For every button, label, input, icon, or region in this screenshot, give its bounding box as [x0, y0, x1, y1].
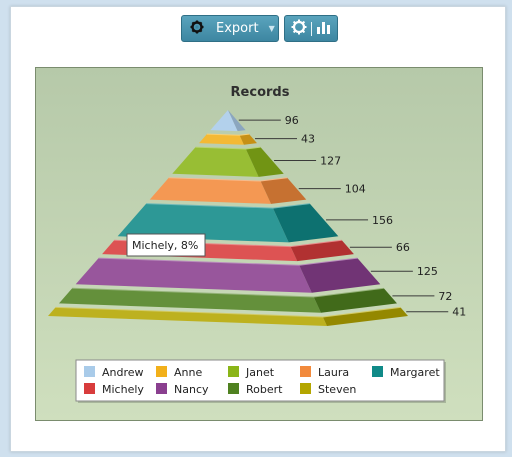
legend-item-anne[interactable]: Anne	[174, 366, 202, 379]
value-label-andrew: 96	[285, 114, 299, 127]
export-button[interactable]: Export ▼	[181, 15, 279, 42]
chart-toolbar: Export ▼	[181, 15, 338, 43]
gear-icon	[291, 19, 307, 39]
tooltip-text: Michely, 8%	[132, 239, 198, 252]
legend-swatch	[156, 366, 167, 377]
legend-item-steven[interactable]: Steven	[318, 383, 356, 396]
pyramid-slice-side-michely[interactable]	[290, 240, 354, 262]
legend-swatch	[84, 366, 95, 377]
value-label-anne: 43	[301, 133, 315, 146]
value-label-janet: 127	[320, 154, 341, 167]
toolbar-separator	[310, 21, 312, 36]
legend-item-nancy[interactable]: Nancy	[174, 383, 209, 396]
value-label-laura: 104	[345, 183, 366, 196]
chart-settings-button[interactable]	[284, 15, 338, 42]
chart-panel: Export ▼ Records 96 43 127 104 156 66 12…	[10, 6, 506, 452]
pyramid-chart: Records 9643 127 104 156 66 1257241 Michely, 8%…	[48, 85, 466, 403]
gear-icon	[190, 20, 204, 38]
legend-swatch	[300, 383, 311, 394]
legend-swatch	[156, 383, 167, 394]
value-label-margaret: 156	[372, 214, 393, 227]
value-label-michely: 66	[396, 241, 410, 254]
legend-item-andrew[interactable]: Andrew	[102, 366, 144, 379]
legend-swatch	[228, 366, 239, 377]
pyramid-slice-laura[interactable]	[149, 177, 272, 204]
legend-item-margaret[interactable]: Margaret	[390, 366, 440, 379]
value-label-nancy: 125	[417, 265, 438, 278]
chart-area: Records 96 43 127 104 156 66 125 72 41 Michely, 8%…	[35, 67, 483, 421]
pyramid-slice-anne[interactable]	[199, 134, 244, 145]
bar-chart-icon	[316, 19, 332, 39]
pyramid-slice-nancy[interactable]	[75, 258, 312, 293]
export-label: Export	[216, 21, 259, 36]
legend-item-janet[interactable]: Janet	[245, 366, 275, 379]
legend-item-laura[interactable]: Laura	[318, 366, 349, 379]
legend-swatch	[228, 383, 239, 394]
legend-swatch	[372, 366, 383, 377]
legend-swatch	[300, 366, 311, 377]
chart-title: Records	[231, 85, 290, 100]
legend-item-michely[interactable]: Michely	[102, 383, 144, 396]
pyramid-slice-janet[interactable]	[172, 147, 259, 177]
legend-swatch	[84, 383, 95, 394]
value-label-robert: 72	[438, 290, 452, 303]
chevron-down-icon: ▼	[268, 24, 275, 33]
legend-item-robert[interactable]: Robert	[246, 383, 283, 396]
value-label-steven: 41	[452, 306, 466, 319]
